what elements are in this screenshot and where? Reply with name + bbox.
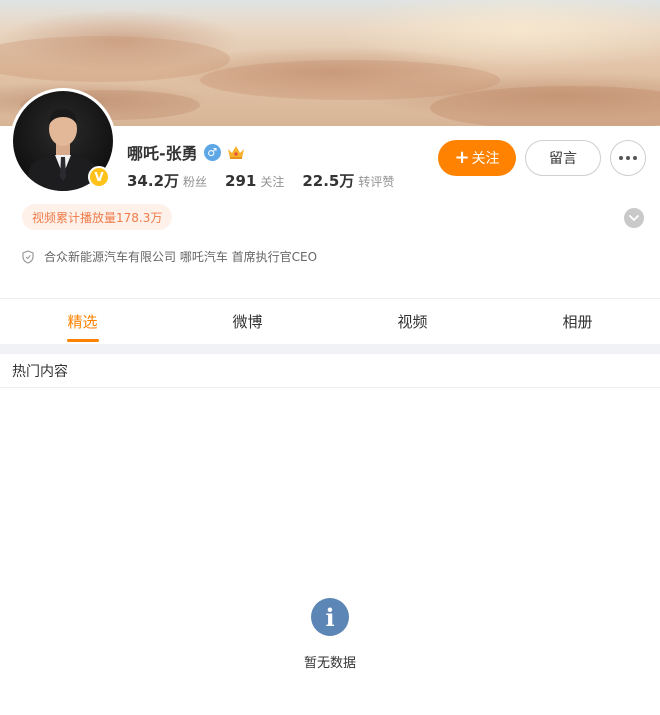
verified-badge-icon: V bbox=[88, 166, 110, 188]
sand-ridge bbox=[200, 60, 500, 100]
more-dot-icon bbox=[619, 156, 623, 160]
empty-state-text: 暂无数据 bbox=[303, 656, 356, 671]
following-stat[interactable]: 291 关注 bbox=[225, 172, 284, 190]
tab-featured[interactable]: 精选 bbox=[0, 299, 165, 344]
following-count: 291 bbox=[225, 172, 257, 190]
more-dot-icon bbox=[633, 156, 637, 160]
sand-ridge bbox=[0, 36, 230, 82]
info-icon: i bbox=[311, 598, 349, 636]
company-info: 合众新能源汽车有限公司 哪吒汽车 首席执行官CEO bbox=[22, 248, 317, 265]
profile-tabs: 精选 微博 视频 相册 bbox=[0, 298, 660, 344]
interactions-stat: 22.5万 转评赞 bbox=[302, 170, 394, 191]
section-divider bbox=[0, 344, 660, 354]
following-label: 关注 bbox=[260, 175, 285, 189]
more-options-button[interactable] bbox=[610, 140, 646, 176]
profile-name: 哪吒-张勇 bbox=[127, 144, 198, 163]
empty-state: i 暂无数据 bbox=[0, 598, 660, 671]
chevron-down-icon bbox=[629, 215, 639, 222]
more-dot-icon bbox=[626, 156, 630, 160]
hot-content-title: 热门内容 bbox=[0, 354, 660, 388]
tab-video[interactable]: 视频 bbox=[330, 299, 495, 344]
fans-label: 粉丝 bbox=[183, 175, 208, 189]
tab-album[interactable]: 相册 bbox=[495, 299, 660, 344]
profile-stats: 34.2万 粉丝 291 关注 22.5万 转评赞 bbox=[127, 170, 394, 191]
fans-count: 34.2万 bbox=[127, 172, 180, 190]
video-plays-tag: 视频累计播放量178.3万 bbox=[22, 204, 173, 230]
message-label: 留言 bbox=[549, 151, 577, 167]
follow-label: 关注 bbox=[471, 151, 500, 167]
interactions-label: 转评赞 bbox=[358, 175, 395, 189]
fans-stat[interactable]: 34.2万 粉丝 bbox=[127, 170, 207, 191]
interactions-count: 22.5万 bbox=[302, 172, 355, 190]
plus-icon: + bbox=[454, 147, 470, 168]
follow-button[interactable]: + 关注 bbox=[438, 140, 516, 176]
name-row: 哪吒-张勇 ♂ bbox=[127, 140, 245, 164]
crown-icon bbox=[227, 146, 244, 159]
expand-chevron-icon[interactable] bbox=[624, 208, 644, 228]
male-icon: ♂ bbox=[203, 143, 221, 161]
shield-icon bbox=[22, 249, 34, 264]
company-text: 合众新能源汽车有限公司 哪吒汽车 首席执行官CEO bbox=[44, 250, 318, 264]
tab-weibo[interactable]: 微博 bbox=[165, 299, 330, 344]
message-button[interactable]: 留言 bbox=[525, 140, 601, 176]
